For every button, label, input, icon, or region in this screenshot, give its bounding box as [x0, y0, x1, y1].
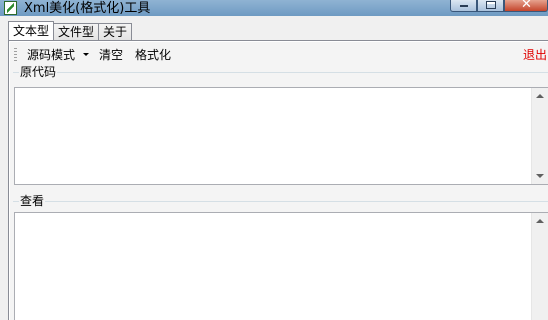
main-window: 文本型 文件型 关于 源码模式 清空 格式化 退出 原代码 查看 — [0, 16, 548, 320]
window-title: Xml美化(格式化)工具 — [24, 1, 151, 16]
scroll-down-icon[interactable] — [536, 174, 544, 178]
minimize-icon — [460, 5, 468, 7]
source-group: 原代码 — [13, 65, 548, 211]
source-group-label: 原代码 — [19, 65, 58, 79]
xml-app-icon — [4, 1, 17, 15]
source-code-textarea[interactable] — [14, 87, 548, 185]
toolbar-grip[interactable] — [14, 48, 17, 62]
view-group: 查看 — [13, 194, 548, 320]
mode-label: 源码模式 — [27, 48, 76, 62]
mode-dropdown-button[interactable]: 源码模式 — [27, 47, 90, 63]
tab-text[interactable]: 文本型 — [8, 21, 55, 40]
view-textarea[interactable] — [14, 212, 548, 320]
view-group-label: 查看 — [19, 194, 46, 208]
view-scrollbar[interactable] — [531, 213, 548, 320]
maximize-icon — [486, 1, 496, 9]
scroll-up-icon[interactable] — [536, 94, 544, 98]
tab-about[interactable]: 关于 — [98, 23, 133, 40]
tab-file[interactable]: 文件型 — [53, 23, 100, 40]
window-controls: ✕ — [450, 0, 548, 12]
maximize-button[interactable] — [477, 0, 504, 12]
scroll-up-icon[interactable] — [536, 219, 544, 223]
group-border — [13, 201, 548, 202]
toolbar: 源码模式 清空 格式化 退出 — [14, 45, 548, 65]
title-bar[interactable]: Xml美化(格式化)工具 ✕ — [0, 0, 548, 16]
close-icon: ✕ — [521, 0, 532, 12]
group-border — [13, 72, 548, 73]
minimize-button[interactable] — [450, 0, 477, 12]
dropdown-arrow-icon — [83, 53, 90, 56]
close-button[interactable]: ✕ — [504, 0, 548, 12]
exit-button[interactable]: 退出 — [523, 47, 547, 63]
clear-button[interactable]: 清空 — [99, 47, 123, 63]
source-scrollbar[interactable] — [531, 88, 548, 184]
format-button[interactable]: 格式化 — [135, 47, 171, 63]
tab-strip: 文本型 文件型 关于 — [8, 21, 133, 40]
tab-panel-text: 源码模式 清空 格式化 退出 原代码 查看 — [8, 41, 548, 320]
